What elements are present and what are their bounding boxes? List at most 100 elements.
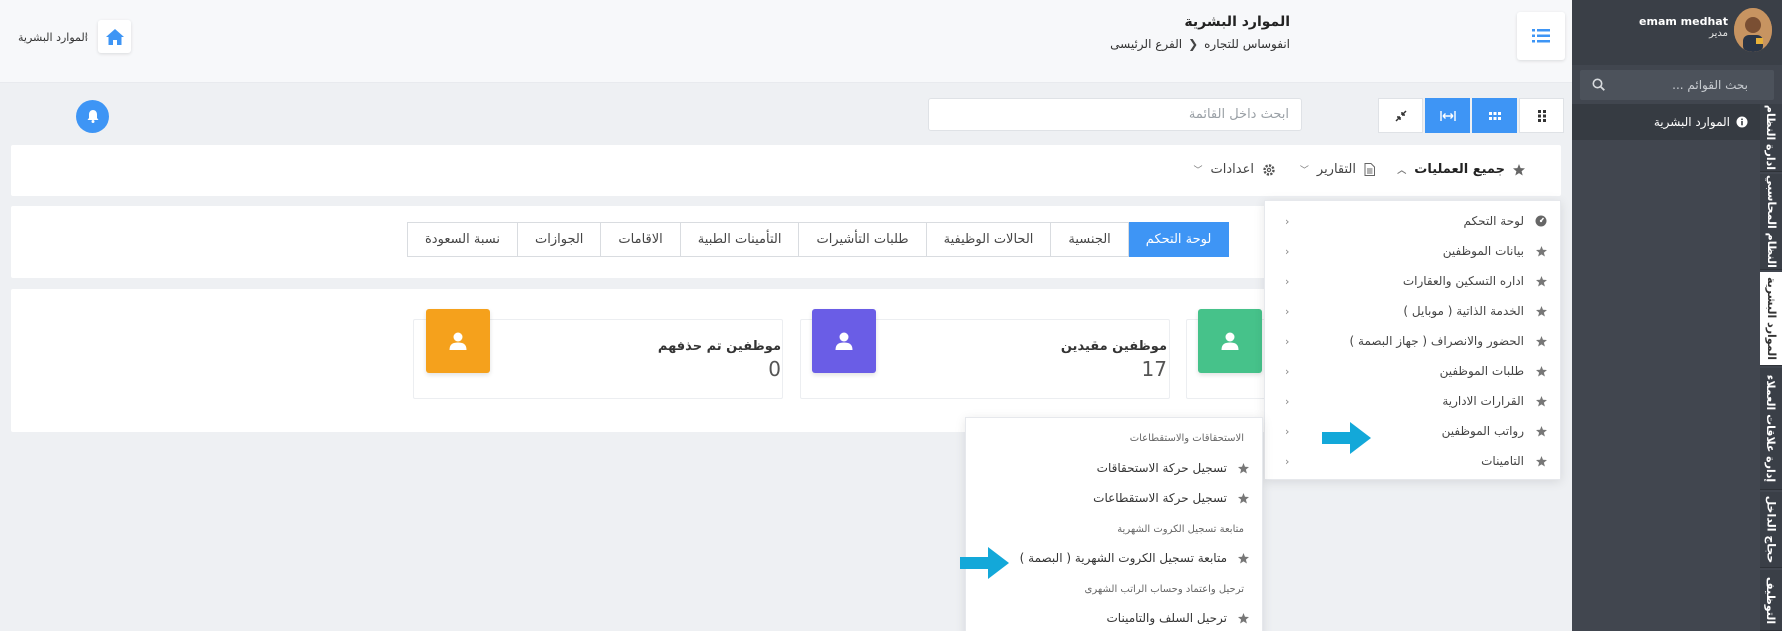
tab-nationality[interactable]: الجنسية (1050, 222, 1129, 257)
star-icon (1534, 455, 1548, 467)
tab-label: الموارد البشرية (1764, 277, 1778, 360)
tab-recruitment[interactable]: التوظيف (1760, 570, 1782, 631)
stat-icon-box (1198, 309, 1262, 373)
submenu-item-post-advances[interactable]: ترحيل السلف والتامينات (1107, 611, 1251, 625)
document-icon (1364, 163, 1375, 176)
tab-crm[interactable]: إدارة علاقات العملاء (1760, 368, 1782, 490)
stat-label: موظفين مقيدين (1060, 339, 1167, 354)
menu-item-admin-decisions[interactable]: القرارات الادارية ‹ (1265, 386, 1562, 416)
view-toggle-group (1376, 98, 1564, 133)
reports-menu[interactable]: التقارير ﹀ (1300, 162, 1375, 177)
top-header: الموارد البشرية ‹ الموارد البشرية انفوسا… (0, 0, 1572, 83)
chevron-left-icon: ‹ (1285, 214, 1290, 228)
submenu-item-label: ترحيل السلف والتامينات (1106, 611, 1228, 625)
settings-label: اعدادات (1210, 162, 1254, 177)
tab-medical-insurance[interactable]: التأمينات الطبية (679, 222, 800, 257)
stat-icon-box (812, 309, 876, 373)
breadcrumb-current[interactable]: الموارد البشرية (18, 31, 88, 44)
menu-item-label: القرارات الادارية (1442, 394, 1524, 408)
submenu-item-label: متابعة تسجيل الكروت الشهرية ( البصمة ) (1019, 551, 1227, 565)
menu-toggle-button[interactable] (1517, 12, 1565, 60)
stat-value: 17 (1141, 357, 1167, 381)
stat-value: 0 (768, 357, 781, 381)
submenu-heading: متابعة تسجيل الكروت الشهرية (1117, 524, 1244, 535)
submenu-item-label: تسجيل حركة الاستقطاعات (1093, 491, 1227, 505)
settings-menu[interactable]: اعدادات ﹀ (1194, 162, 1276, 177)
menu-item-label: التامينات (1481, 454, 1524, 468)
tab-system-admin[interactable]: ادارة النظام (1760, 104, 1782, 172)
chevron-left-icon: ‹ (1285, 424, 1290, 438)
menu-search-input[interactable] (1580, 70, 1774, 100)
submenu-item-monthly-cards[interactable]: متابعة تسجيل الكروت الشهرية ( البصمة ) (1020, 551, 1250, 565)
action-bar: جميع العمليات ︿ التقارير ﹀ اعدادات ﹀ (11, 145, 1561, 196)
list-search-input[interactable] (928, 98, 1302, 131)
search-icon (1592, 78, 1605, 91)
star-icon (1236, 612, 1250, 624)
menu-item-employee-data[interactable]: بيانات الموظفين ‹ (1265, 236, 1562, 266)
arrow-right-icon (1322, 422, 1371, 454)
star-icon (1236, 462, 1250, 474)
operations-dropdown: لوحة التحكم ‹ بيانات الموظفين ‹ اداره ال… (1264, 200, 1561, 480)
breadcrumb-company[interactable]: انفوساس للتجاره (1204, 37, 1290, 51)
notifications-button[interactable] (76, 100, 109, 133)
home-button[interactable] (98, 20, 131, 53)
all-operations-label: جميع العمليات (1414, 162, 1505, 177)
submenu-heading: ترحيل واعتماد وحساب الراتب الشهرى (1084, 584, 1244, 595)
tab-label: التوظيف (1764, 576, 1778, 624)
tab-residencies[interactable]: الاقامات (600, 222, 681, 257)
tab-dashboard[interactable]: لوحة التحكم (1127, 222, 1230, 257)
gear-icon (1263, 163, 1275, 176)
user-icon (449, 332, 467, 350)
tab-human-resources[interactable]: الموارد البشرية (1760, 272, 1782, 366)
collapse-button[interactable] (1378, 98, 1423, 133)
star-icon (1236, 492, 1250, 504)
menu-item-attendance[interactable]: الحضور والانصراف ( جهاز البصمة ) ‹ (1265, 326, 1562, 356)
user-name: emam medhat (1639, 15, 1728, 28)
menu-item-salaries[interactable]: رواتب الموظفين ‹ (1265, 416, 1562, 446)
dashboard-icon (1534, 215, 1548, 227)
tab-accounting[interactable]: النظام المحاسبي (1760, 174, 1782, 270)
submenu-item-label: تسجيل حركة الاستحقاقات (1096, 461, 1227, 475)
tab-job-statuses[interactable]: الحالات الوظيفية (925, 222, 1052, 257)
star-icon (1534, 335, 1548, 347)
star-icon (1534, 245, 1548, 257)
user-icon (1221, 332, 1239, 350)
menu-item-label: الخدمة الذاتية ( موبايل ) (1403, 304, 1524, 318)
chevron-left-icon: ‹ (1285, 454, 1290, 468)
star-icon (1534, 395, 1548, 407)
arrow-right-icon (960, 547, 1009, 579)
bell-icon (87, 110, 98, 123)
stat-label: موظفين تم حذفهم (657, 339, 781, 354)
grid-icon (1488, 111, 1501, 120)
compress-icon (1394, 109, 1407, 122)
menu-item-dashboard[interactable]: لوحة التحكم ‹ (1265, 206, 1562, 236)
avatar[interactable] (1734, 8, 1772, 52)
salaries-submenu: الاستحقاقات والاستقطاعات تسجيل حركة الاس… (965, 417, 1263, 631)
grid-view-button[interactable] (1472, 98, 1517, 133)
menu-item-insurance[interactable]: التامينات ‹ (1265, 446, 1562, 476)
menu-item-label: لوحة التحكم (1463, 214, 1525, 228)
tab-passports[interactable]: الجوازات (517, 222, 602, 257)
menu-item-self-service[interactable]: الخدمة الذاتية ( موبايل ) ‹ (1265, 296, 1562, 326)
tab-visa-requests[interactable]: طلبات التأشيرات (798, 222, 927, 257)
sidebar-item-label: الموارد البشرية (1653, 115, 1730, 129)
sidebar-vertical-tabs: ادارة النظام النظام المحاسبي الموارد الب… (1760, 104, 1782, 631)
tab-domestic-pilgrims[interactable]: حجاج الداخل (1760, 492, 1782, 568)
chevron-down-icon: ﹀ (1299, 166, 1309, 176)
menu-item-employee-requests[interactable]: طلبات الموظفين ‹ (1265, 356, 1562, 386)
submenu-item-deductions[interactable]: تسجيل حركة الاستقطاعات (1093, 491, 1250, 505)
menu-item-housing[interactable]: اداره التسكين والعقارات ‹ (1265, 266, 1562, 296)
fit-width-button[interactable] (1425, 98, 1470, 133)
chevron-left-icon: ‹ (1285, 244, 1290, 258)
breadcrumb: انفوساس للتجاره ❮ الفرع الرئيسى (1110, 37, 1290, 51)
dots-grid-icon (1537, 109, 1546, 122)
star-icon (1534, 365, 1548, 377)
submenu-item-entitlements[interactable]: تسجيل حركة الاستحقاقات (1097, 461, 1250, 475)
list-view-button[interactable] (1519, 98, 1564, 133)
sidebar-item-hr[interactable]: الموارد البشرية (1654, 115, 1748, 129)
breadcrumb-branch[interactable]: الفرع الرئيسى (1110, 37, 1182, 51)
all-operations-menu[interactable]: جميع العمليات ︿ (1397, 162, 1525, 177)
stat-icon-box (426, 309, 490, 373)
tab-saudization[interactable]: نسبة السعودة (407, 222, 518, 257)
user-role: مدير (1709, 28, 1728, 39)
